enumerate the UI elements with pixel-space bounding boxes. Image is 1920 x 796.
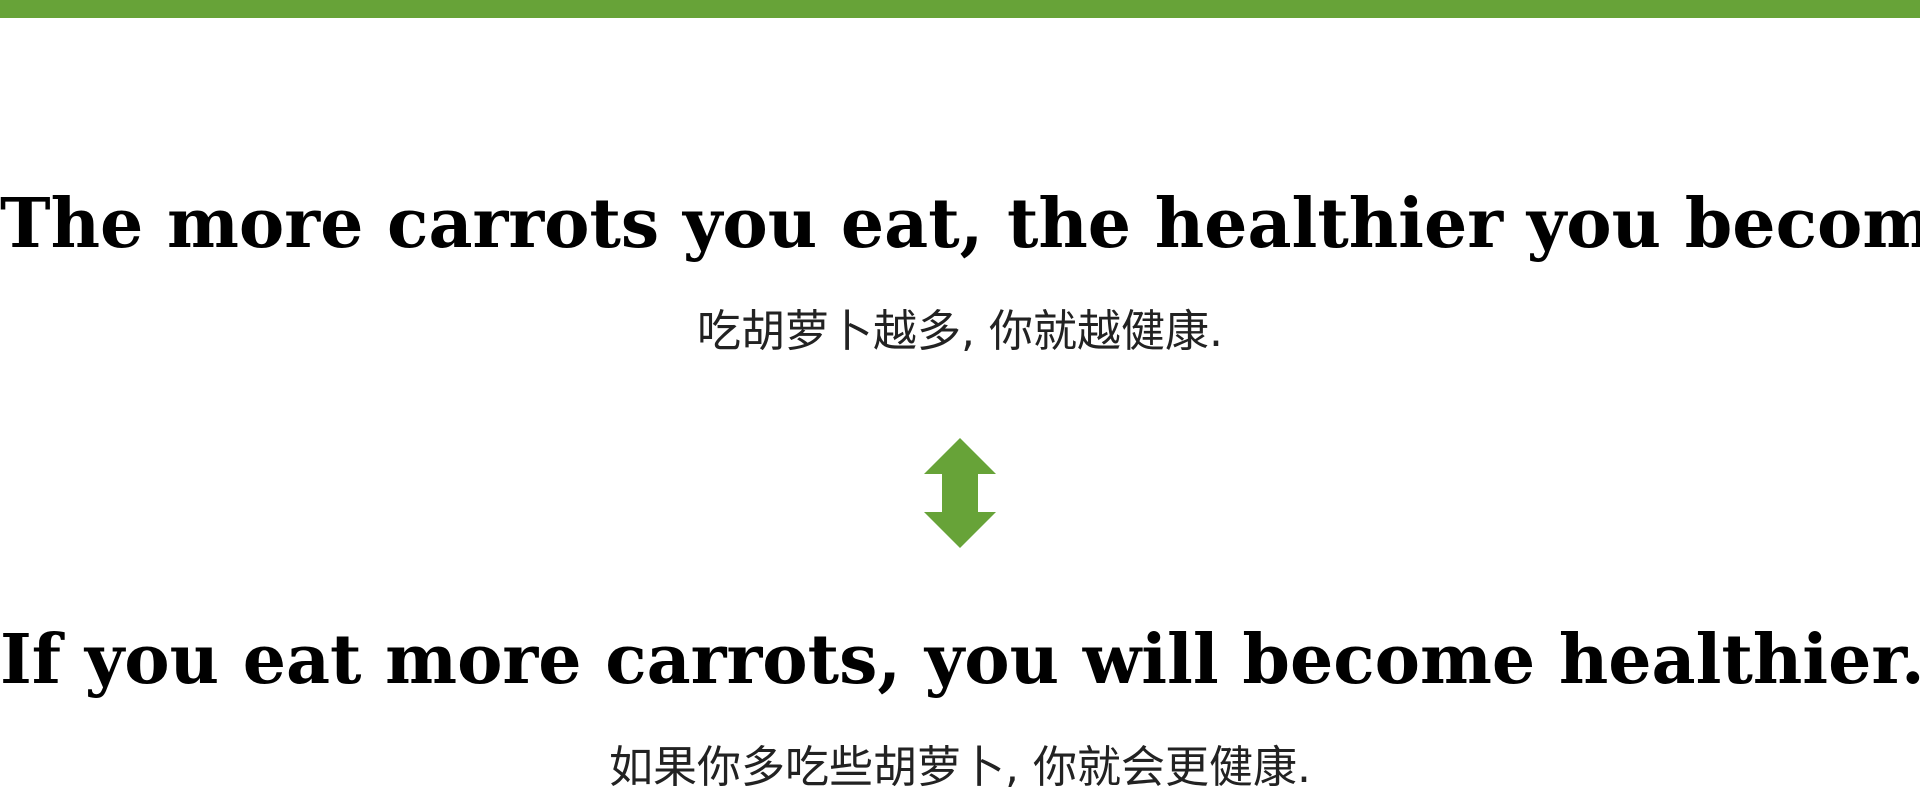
english-sentence-2: If you eat more carrots, you will become… [0, 620, 1920, 700]
double-headed-vertical-arrow-icon [924, 438, 996, 548]
chinese-sentence-1: 吃胡萝卜越多, 你就越健康. [697, 306, 1223, 357]
main-content: The more carrots you eat, the healthier … [0, 0, 1920, 793]
english-sentence-1: The more carrots you eat, the healthier … [0, 184, 1920, 264]
chinese-sentence-2: 如果你多吃些胡萝卜, 你就会更健康. [609, 742, 1311, 793]
